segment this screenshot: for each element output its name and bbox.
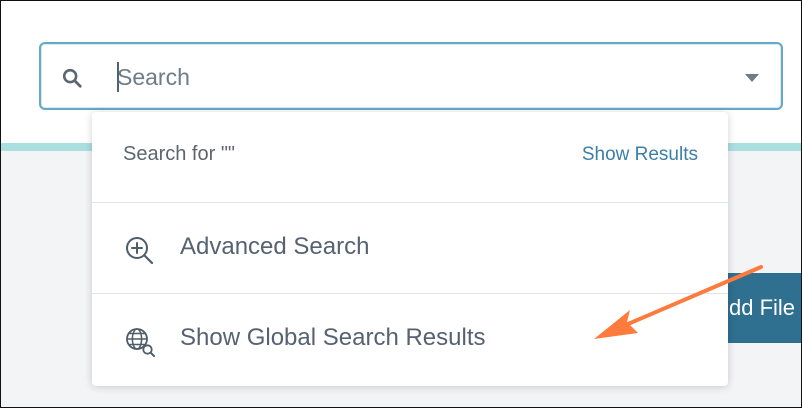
show-global-search-results-menu-item[interactable]: Show Global Search Results: [92, 293, 728, 386]
advanced-search-menu-item[interactable]: Advanced Search: [92, 202, 728, 293]
search-for-label: Search for "": [123, 143, 236, 165]
screenshot-frame: dd File Search for "" Show Results Advan…: [0, 0, 802, 408]
search-icon: [62, 68, 82, 88]
search-for-row: Search for "" Show Results: [92, 112, 728, 202]
add-file-button[interactable]: dd File: [719, 273, 801, 343]
chevron-down-icon[interactable]: [745, 74, 759, 82]
add-file-button-label: dd File: [729, 295, 796, 320]
advanced-search-label: Advanced Search: [180, 233, 370, 260]
globe-search-icon: [126, 328, 155, 357]
text-caret: [117, 62, 119, 92]
show-global-search-results-label: Show Global Search Results: [180, 324, 486, 351]
search-dropdown-menu: Search for "" Show Results Advanced Sear…: [92, 112, 728, 386]
zoom-in-icon: [126, 237, 154, 265]
search-input[interactable]: [113, 58, 723, 96]
show-results-link[interactable]: Show Results: [582, 144, 698, 166]
search-box[interactable]: [39, 42, 783, 110]
